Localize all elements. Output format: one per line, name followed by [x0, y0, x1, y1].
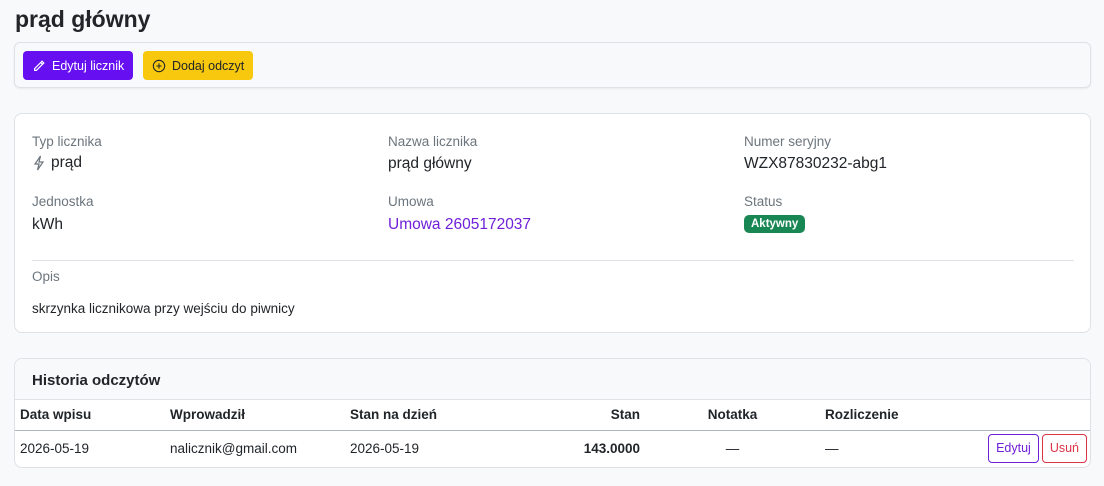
cell-note: — — [645, 430, 820, 467]
col-note: Notatka — [645, 400, 820, 431]
contract-link[interactable]: Umowa 2605172037 — [388, 216, 531, 234]
status-badge: Aktywny — [744, 215, 806, 233]
lightning-icon — [33, 155, 45, 171]
unit-value: kWh — [32, 216, 63, 233]
type-value: prąd — [32, 154, 82, 172]
delete-reading-button[interactable]: Usuń — [1041, 434, 1087, 463]
type-value-text: prąd — [51, 154, 83, 171]
table-header-row: Data wpisu Wprowadził Stan na dzień Stan… — [15, 400, 1090, 431]
name-label: Nazwa licznika — [388, 134, 478, 149]
cell-entry-date: 2026-05-19 — [15, 430, 165, 467]
add-reading-label: Dodaj odczyt — [172, 58, 245, 73]
name-value: prąd główny — [388, 155, 472, 172]
col-as-of-date: Stan na dzień — [345, 400, 495, 431]
page-title: prąd główny — [15, 6, 151, 32]
cell-actions: Edytuj Usuń — [940, 430, 1090, 467]
col-entry-date: Data wpisu — [15, 400, 165, 431]
cell-as-of-date: 2026-05-19 — [345, 430, 495, 467]
plus-circle-icon — [152, 59, 166, 72]
cell-settlement: — — [820, 430, 940, 467]
add-reading-button[interactable]: Dodaj odczyt — [143, 51, 254, 80]
table-row: 2026-05-19 nalicznik@gmail.com 2026-05-1… — [15, 430, 1090, 467]
description-label: Opis — [32, 269, 60, 284]
history-title: Historia odczytów — [15, 359, 1090, 400]
type-label: Typ licznika — [32, 134, 102, 149]
contract-label: Umowa — [388, 194, 434, 209]
edit-reading-button[interactable]: Edytuj — [988, 434, 1039, 463]
cell-reading: 143.0000 — [495, 430, 645, 467]
status-label: Status — [744, 194, 783, 209]
col-settlement: Rozliczenie — [820, 400, 940, 431]
pencil-icon — [34, 59, 45, 71]
col-entered-by: Wprowadził — [165, 400, 345, 431]
details-divider — [32, 260, 1074, 261]
serial-value: WZX87830232-abg1 — [744, 155, 888, 172]
col-reading: Stan — [495, 400, 645, 431]
readings-history-card: Historia odczytów Data wpisu Wprowadził … — [14, 358, 1091, 468]
readings-table: Data wpisu Wprowadził Stan na dzień Stan… — [15, 400, 1090, 467]
edit-meter-label: Edytuj licznik — [52, 58, 125, 73]
cell-entered-by: nalicznik@gmail.com — [165, 430, 345, 467]
edit-meter-button[interactable]: Edytuj licznik — [23, 51, 134, 80]
col-actions — [940, 400, 1090, 431]
description-value: skrzynka licznikowa przy wejściu do piwn… — [32, 301, 295, 316]
meter-details-card: Typ licznika prąd Nazwa licznika prąd gł… — [14, 113, 1091, 333]
toolbar: Edytuj licznik Dodaj odczyt — [14, 42, 1091, 88]
serial-label: Numer seryjny — [744, 134, 832, 149]
unit-label: Jednostka — [32, 194, 94, 209]
